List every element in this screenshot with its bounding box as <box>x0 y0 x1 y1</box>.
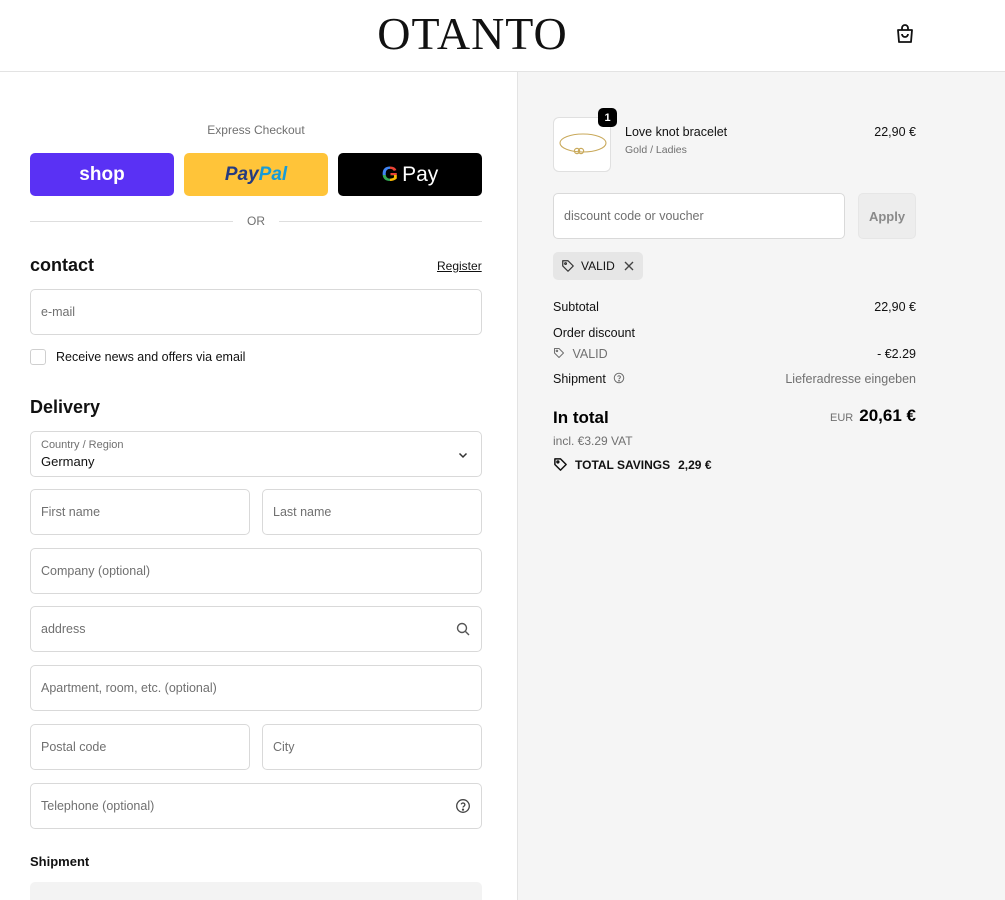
discount-value: - €2.29 <box>877 347 916 361</box>
total-label: In total <box>553 408 609 427</box>
or-text: OR <box>247 214 265 228</box>
telephone-placeholder: Telephone (optional) <box>41 799 155 813</box>
close-icon[interactable] <box>623 260 635 272</box>
order-summary: 1 Love knot bracelet Gold / Ladies 22,90… <box>517 72 1005 900</box>
total-value: 20,61 € <box>859 406 916 425</box>
newsletter-row: Receive news and offers via email <box>30 349 245 365</box>
last-name-placeholder: Last name <box>273 505 332 519</box>
savings-label: TOTAL SAVINGS <box>575 457 671 472</box>
google-g-icon: G <box>381 162 399 186</box>
tag-icon <box>553 347 565 359</box>
chevron-down-icon <box>458 452 468 459</box>
first-name-field[interactable]: First name <box>30 489 250 535</box>
country-select[interactable]: Country / Region Germany <box>30 431 482 477</box>
paypal-label-part1: Pay <box>224 163 259 185</box>
last-name-field[interactable]: Last name <box>262 489 482 535</box>
google-pay-label: Pay <box>402 162 439 186</box>
shipment-label: Shipment <box>553 372 606 386</box>
google-pay-button[interactable]: G Pay <box>338 153 482 196</box>
quantity-badge: 1 <box>598 108 617 127</box>
or-divider: OR <box>30 213 482 229</box>
email-field[interactable]: e-mail <box>30 289 482 335</box>
applied-code-text: VALID <box>581 259 615 273</box>
divider-line <box>30 220 233 222</box>
delivery-title: Delivery <box>30 397 101 417</box>
total-savings: TOTAL SAVINGS 2,29 € <box>553 457 712 472</box>
postal-code-field[interactable]: Postal code <box>30 724 250 770</box>
shopping-bag-icon[interactable] <box>893 22 917 46</box>
register-link[interactable]: Register <box>437 259 482 273</box>
shipment-title: Shipment <box>30 854 90 869</box>
order-discount-label: Order discount <box>553 326 635 340</box>
shipment-row: Shipment Lieferadresse eingeben <box>553 372 916 386</box>
postal-code-placeholder: Postal code <box>41 740 107 754</box>
country-value: Germany <box>41 454 95 469</box>
search-icon <box>456 622 470 636</box>
company-field[interactable]: Company (optional) <box>30 548 482 594</box>
tag-icon <box>554 458 567 471</box>
shipment-method-box <box>30 882 482 900</box>
savings-value: 2,29 € <box>678 457 712 472</box>
subtotal-value: 22,90 € <box>874 300 916 314</box>
product-name: Love knot bracelet <box>625 125 728 139</box>
currency-code: EUR <box>830 412 854 424</box>
vat-note: incl. €3.29 VAT <box>553 434 633 448</box>
store-logo[interactable]: OTANTO <box>0 10 945 58</box>
help-icon[interactable] <box>613 372 625 384</box>
shop-pay-button[interactable]: shop <box>30 153 174 196</box>
city-field[interactable]: City <box>262 724 482 770</box>
discount-placeholder: discount code or voucher <box>564 209 704 223</box>
first-name-placeholder: First name <box>41 505 101 519</box>
subtotal-label: Subtotal <box>553 300 599 314</box>
total-amount: EUR 20,61 € <box>830 406 916 426</box>
contact-title: contact <box>30 255 95 275</box>
apartment-field[interactable]: Apartment, room, etc. (optional) <box>30 665 482 711</box>
applied-discount-chip: VALID <box>553 252 643 280</box>
checkout-form: Express Checkout shop Pay Pal G Pay OR co… <box>0 72 517 900</box>
shipment-value: Lieferadresse eingeben <box>785 372 916 386</box>
tag-icon <box>562 260 574 272</box>
order-discount-row: Order discount <box>553 326 916 340</box>
help-icon[interactable] <box>455 798 471 814</box>
telephone-field[interactable]: Telephone (optional) <box>30 783 482 829</box>
city-placeholder: City <box>273 740 295 754</box>
subtotal-row: Subtotal 22,90 € <box>553 300 916 314</box>
newsletter-label: Receive news and offers via email <box>56 350 246 364</box>
apartment-placeholder: Apartment, room, etc. (optional) <box>41 681 217 695</box>
header: OTANTO <box>0 0 1005 72</box>
express-checkout-label: Express Checkout <box>207 123 305 137</box>
paypal-button[interactable]: Pay Pal <box>184 153 328 196</box>
product-price: 22,90 € <box>874 125 916 139</box>
discount-code-input[interactable]: discount code or voucher <box>553 193 845 239</box>
address-field[interactable]: address <box>30 606 482 652</box>
apply-button[interactable]: Apply <box>858 193 916 239</box>
product-variant: Gold / Ladies <box>625 144 687 156</box>
email-placeholder: e-mail <box>41 305 76 319</box>
discount-code-row: VALID - €2.29 <box>553 347 916 361</box>
address-placeholder: address <box>41 622 86 636</box>
divider-line <box>279 220 482 222</box>
paypal-label-part2: Pal <box>258 163 288 185</box>
country-label: Country / Region <box>41 439 124 451</box>
company-placeholder: Company (optional) <box>41 564 151 578</box>
discount-code-text: VALID <box>572 347 608 361</box>
shop-pay-label: shop <box>79 163 125 185</box>
newsletter-checkbox[interactable] <box>30 349 46 365</box>
